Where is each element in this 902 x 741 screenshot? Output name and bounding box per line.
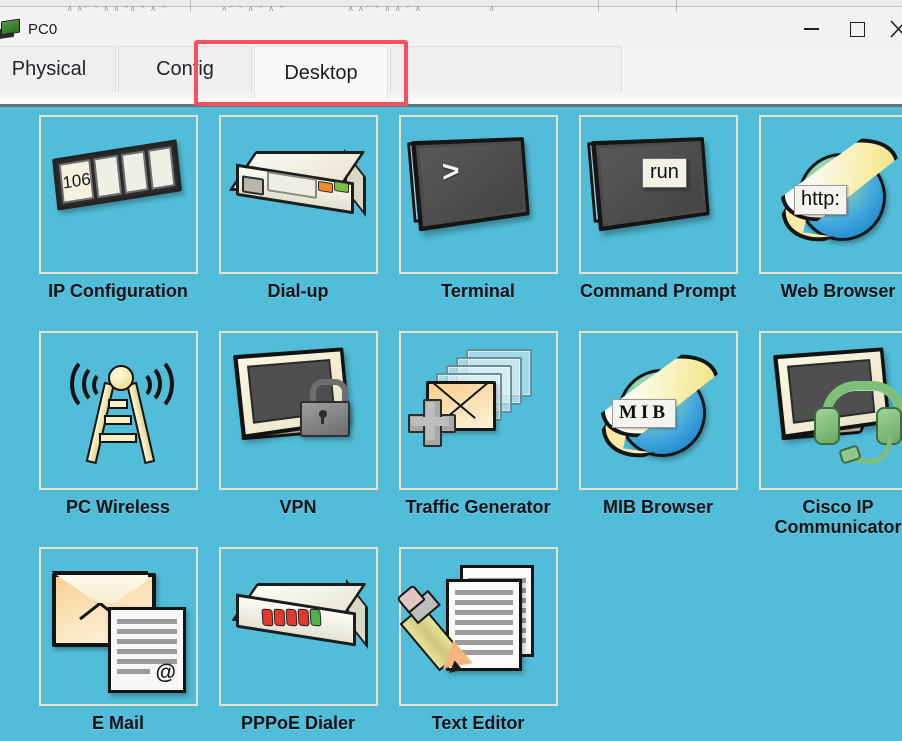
device-tabbar: Physical Config Desktop: [0, 46, 902, 104]
traffic-generator-tile[interactable]: [398, 331, 558, 490]
desktop-item-label: MIB Browser: [602, 497, 714, 517]
desktop-row: @ E Mail PPPoE Dialer Text Editor: [28, 547, 902, 733]
desktop-row: 106 IP Configuration Dial-up > Terminal …: [28, 115, 902, 331]
web-browser-globe-icon: http:: [768, 125, 902, 265]
maximize-button[interactable]: [834, 12, 880, 46]
window-titlebar[interactable]: PC0: [0, 12, 902, 46]
minimize-button[interactable]: [788, 12, 834, 46]
desktop-item-label: VPN: [279, 497, 317, 517]
tab-config[interactable]: Config: [118, 46, 252, 92]
close-button[interactable]: [880, 12, 902, 46]
ip-configuration-badge: 106: [61, 168, 92, 193]
pencil-icon: [396, 583, 484, 680]
toolbar-separator: [598, 0, 599, 12]
cisco-ip-communicator-headset-icon: [768, 341, 902, 481]
toolbar-separator: [676, 0, 677, 12]
cisco-ip-communicator-tile[interactable]: [758, 331, 902, 490]
vpn-lock-icon: [228, 341, 368, 481]
pc-device-icon: [0, 16, 22, 42]
pppoe-dialer-tile[interactable]: [218, 547, 378, 706]
close-icon: [890, 20, 902, 38]
desktop-item-e-mail[interactable]: @ E Mail: [28, 547, 208, 733]
desktop-item-label: Text Editor: [431, 713, 525, 733]
tabbar-filler: [390, 46, 622, 92]
desktop-item-pc-wireless[interactable]: PC Wireless: [28, 331, 208, 547]
desktop-item-label: Dial-up: [267, 281, 329, 301]
dial-up-tile[interactable]: [218, 115, 378, 274]
pc-wireless-tile[interactable]: [38, 331, 198, 490]
web-browser-http-badge: http:: [794, 184, 847, 215]
desktop-item-text-editor[interactable]: Text Editor: [388, 547, 568, 733]
desktop-item-traffic-generator[interactable]: Traffic Generator: [388, 331, 568, 547]
desktop-item-cisco-ip-communicator[interactable]: Cisco IP Communicator: [748, 331, 902, 547]
tab-desktop[interactable]: Desktop: [254, 46, 388, 99]
command-prompt-icon: run: [587, 125, 728, 265]
window-controls: [788, 12, 902, 46]
desktop-item-label: PPPoE Dialer: [240, 713, 356, 733]
packet-tracer-device-window: ᴧ ᴧ⸍ ⸌ ᴧ ᴧ ⸍ᴧ ⸌ ᴧ ⸍ ᴧ⸍ ⸌ ᴧ ⸍ ᴧ ⸌ ᴧ ᴧ⸍ ⸌ …: [0, 0, 902, 741]
desktop-icon-grid: 106 IP Configuration Dial-up > Terminal …: [28, 115, 902, 733]
desktop-item-dial-up[interactable]: Dial-up: [208, 115, 388, 331]
dial-up-modem-icon: [228, 125, 368, 265]
tab-list: Physical Config Desktop: [0, 46, 622, 104]
vpn-tile[interactable]: [218, 331, 378, 490]
web-browser-tile[interactable]: http:: [758, 115, 902, 274]
desktop-item-label: Cisco IP Communicator: [774, 497, 902, 538]
desktop-item-label: E Mail: [91, 713, 144, 733]
text-editor-tile[interactable]: [396, 547, 558, 706]
desktop-row: PC Wireless VPN Traffic Generator MIB MI…: [28, 331, 902, 547]
padlock-icon: [300, 378, 350, 437]
plus-icon: [408, 398, 456, 447]
desktop-item-vpn[interactable]: VPN: [208, 331, 388, 547]
terminal-prompt-glyph: >: [441, 153, 461, 189]
desktop-item-pppoe-dialer[interactable]: PPPoE Dialer: [208, 547, 388, 733]
text-editor-pencil-icon: [396, 557, 548, 697]
traffic-generator-envelopes-icon: [408, 341, 548, 481]
e-mail-tile[interactable]: @: [38, 547, 198, 706]
desktop-item-label: Web Browser: [780, 281, 896, 301]
desktop-item-label: Terminal: [441, 281, 515, 301]
mib-badge: MIB: [612, 398, 676, 428]
toolbar-separator: [190, 0, 191, 12]
command-prompt-run-badge: run: [642, 157, 687, 188]
desktop-empty-cell: [568, 547, 748, 733]
desktop-item-terminal[interactable]: > Terminal: [388, 115, 568, 331]
ip-configuration-icon: 106: [48, 125, 188, 265]
at-symbol-icon: @: [155, 660, 176, 684]
pppoe-dialer-modem-icon: [228, 557, 368, 697]
desktop-item-label: Traffic Generator: [405, 497, 551, 517]
mib-browser-tile[interactable]: MIB: [578, 331, 738, 490]
ip-configuration-tile[interactable]: 106: [38, 115, 198, 274]
mib-browser-globe-icon: MIB: [588, 341, 728, 481]
command-prompt-tile[interactable]: run: [578, 115, 738, 274]
tab-physical[interactable]: Physical: [0, 46, 116, 92]
desktop-item-command-prompt[interactable]: run Command Prompt: [568, 115, 748, 331]
desktop-item-web-browser[interactable]: http: Web Browser: [748, 115, 902, 331]
desktop-item-label: Command Prompt: [579, 281, 736, 301]
pc-wireless-antenna-icon: [48, 341, 188, 481]
desktop-item-label: IP Configuration: [48, 281, 188, 301]
headset-icon: [814, 380, 902, 467]
desktop-item-mib-browser[interactable]: MIB MIB Browser: [568, 331, 748, 547]
desktop-empty-cell: [748, 547, 902, 733]
desktop-item-label: PC Wireless: [66, 497, 170, 517]
email-envelope-icon: @: [48, 557, 188, 697]
window-title: PC0: [28, 20, 58, 38]
desktop-item-ip-configuration[interactable]: 106 IP Configuration: [28, 115, 208, 331]
desktop-panel: 106 IP Configuration Dial-up > Terminal …: [0, 104, 902, 741]
email-document: @: [108, 606, 186, 693]
terminal-tile[interactable]: >: [398, 115, 558, 274]
terminal-icon: >: [407, 125, 548, 265]
